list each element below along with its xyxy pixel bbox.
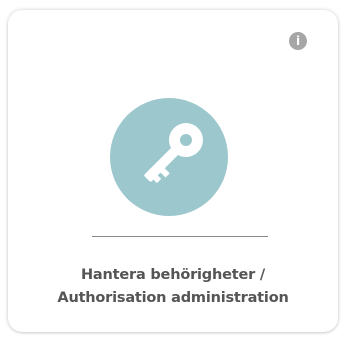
key-icon [144, 123, 203, 184]
authorisation-administration-tile[interactable]: i Hantera behörigheter / Authorisation a… [8, 10, 338, 332]
tile-title: Hantera behörigheter / Authorisation adm… [18, 264, 328, 310]
key-icon-circle [110, 98, 228, 216]
tile-title-line-2: Authorisation administration [57, 290, 289, 306]
divider [92, 236, 268, 237]
app-stage: i Hantera behörigheter / Authorisation a… [0, 0, 346, 338]
tile-title-line-1: Hantera behörigheter / [80, 267, 265, 283]
info-icon[interactable]: i [289, 32, 307, 50]
